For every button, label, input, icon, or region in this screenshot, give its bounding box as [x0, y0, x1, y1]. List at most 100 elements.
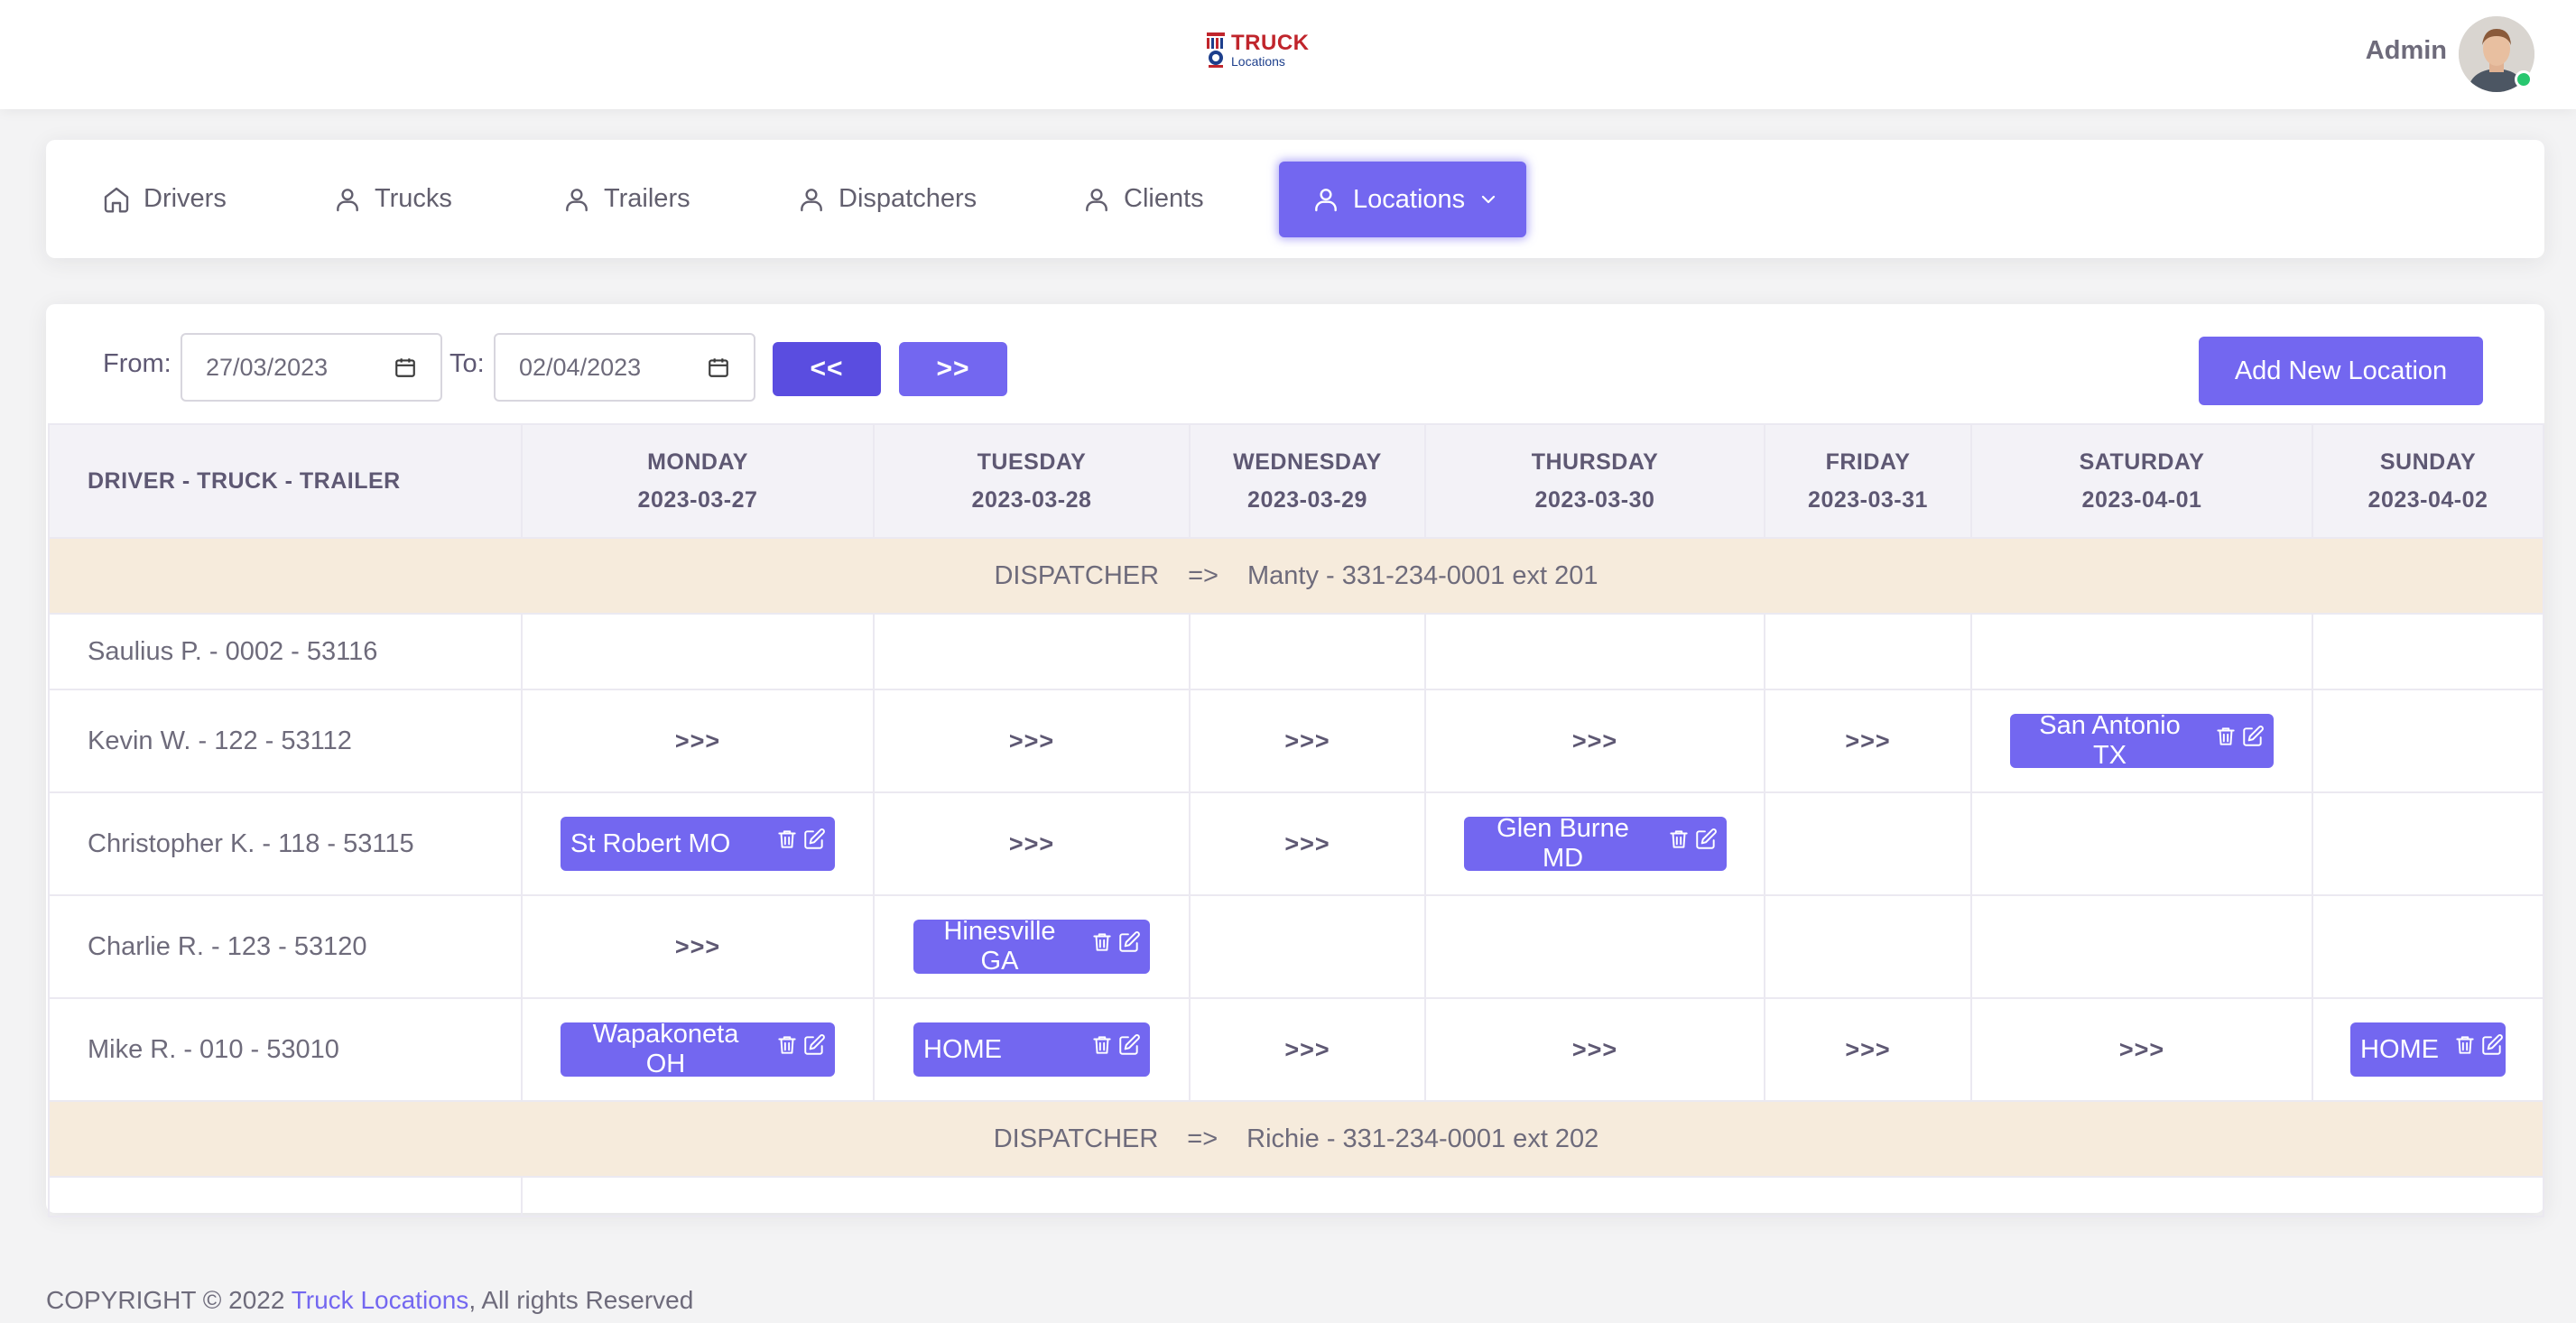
chevron-down-icon: [1482, 195, 1496, 204]
user-icon: [801, 188, 822, 211]
calendar-icon[interactable]: [394, 356, 417, 379]
edit-icon[interactable]: [1694, 828, 1718, 851]
edit-icon[interactable]: [802, 828, 826, 851]
day-cell[interactable]: [521, 613, 875, 690]
day-cell[interactable]: >>>: [873, 791, 1191, 896]
continue-marker: >>>: [1284, 1035, 1330, 1063]
day-name: MONDAY: [647, 449, 748, 475]
edit-icon[interactable]: [2480, 1033, 2504, 1057]
day-cell[interactable]: Glen Burne MD: [1424, 791, 1765, 896]
trash-icon[interactable]: [1090, 930, 1114, 954]
location-badge[interactable]: Glen Burne MD: [1463, 814, 1727, 873]
locations-table: DRIVER - TRUCK - TRAILER MONDAY 2023-03-2…: [48, 423, 2544, 1217]
day-date: 2023-03-28: [971, 487, 1092, 513]
nav-label: Drivers: [144, 184, 227, 213]
day-cell[interactable]: [1189, 613, 1426, 690]
day-cell[interactable]: Wapakoneta OH: [521, 997, 875, 1102]
day-cell[interactable]: >>>: [1189, 791, 1426, 896]
nav-trucks[interactable]: Trucks: [333, 140, 452, 258]
day-cell[interactable]: [1424, 894, 1765, 999]
day-cell[interactable]: St Robert MO: [521, 791, 875, 896]
location-badge[interactable]: San Antonio TX: [2010, 711, 2274, 770]
truck-logo-icon: [1207, 32, 1225, 68]
location-name: Hinesville GA: [943, 917, 1056, 976]
day-cell[interactable]: [1764, 791, 1972, 896]
location-badge[interactable]: Wapakoneta OH: [561, 1020, 835, 1078]
column-header-day: SUNDAY 2023-04-02: [2312, 423, 2544, 539]
footer-brand-link[interactable]: Truck Locations: [292, 1286, 469, 1314]
day-cell[interactable]: >>>: [521, 894, 875, 999]
day-cell[interactable]: San Antonio TX: [1970, 689, 2313, 793]
continue-marker: >>>: [1845, 726, 1891, 754]
location-badge[interactable]: HOME: [2350, 1022, 2506, 1077]
empty-row: [48, 1176, 2544, 1217]
day-cell[interactable]: [2312, 791, 2544, 896]
trash-icon[interactable]: [775, 828, 799, 851]
continue-marker: >>>: [1284, 829, 1330, 857]
day-cell[interactable]: [1970, 613, 2313, 690]
nav-locations[interactable]: Locations: [1279, 162, 1527, 237]
nav-trailers[interactable]: Trailers: [562, 140, 690, 258]
day-cell[interactable]: Hinesville GA: [873, 894, 1191, 999]
previous-week-button[interactable]: <<: [773, 342, 881, 396]
location-name: Wapakoneta OH: [592, 1020, 739, 1078]
day-cell[interactable]: [2312, 894, 2544, 999]
add-new-location-button[interactable]: Add New Location: [2199, 337, 2483, 405]
day-cell[interactable]: [1970, 791, 2313, 896]
copyright-suffix: , All rights Reserved: [468, 1286, 694, 1314]
day-cell[interactable]: [2312, 613, 2544, 690]
from-date-value: 27/03/2023: [206, 353, 329, 381]
trash-icon[interactable]: [2453, 1033, 2477, 1057]
edit-icon[interactable]: [802, 1033, 826, 1057]
user-name[interactable]: Admin: [2366, 36, 2447, 66]
day-cell[interactable]: >>>: [1189, 997, 1426, 1102]
day-name: WEDNESDAY: [1233, 449, 1382, 475]
trash-icon[interactable]: [1667, 828, 1691, 851]
edit-icon[interactable]: [1117, 930, 1141, 954]
day-date: 2023-04-01: [2081, 487, 2202, 513]
user-icon: [1086, 188, 1107, 211]
location-badge[interactable]: Hinesville GA: [913, 917, 1150, 976]
nav-drivers[interactable]: Drivers: [102, 140, 227, 258]
driver-row: Kevin W. - 122 - 53112 >>> >>> >>> >>> >>> San…: [48, 689, 2544, 793]
trash-icon[interactable]: [1090, 1033, 1114, 1057]
next-week-button[interactable]: >>: [899, 342, 1007, 396]
day-cell[interactable]: >>>: [521, 689, 875, 793]
app-logo[interactable]: TRUCK Locations: [1206, 31, 1310, 69]
to-date-input[interactable]: 02/04/2023: [494, 333, 755, 402]
trash-icon[interactable]: [2214, 725, 2238, 748]
day-cell[interactable]: >>>: [1970, 997, 2313, 1102]
footer: COPYRIGHT © 2022 Truck Locations, All ri…: [46, 1286, 693, 1315]
nav-dispatchers[interactable]: Dispatchers: [797, 140, 977, 258]
day-cell[interactable]: [1189, 894, 1426, 999]
trash-icon[interactable]: [775, 1033, 799, 1057]
day-cell[interactable]: [1764, 613, 1972, 690]
day-cell[interactable]: >>>: [1424, 997, 1765, 1102]
day-cell[interactable]: [1424, 613, 1765, 690]
dispatcher-name: Richie - 331-234-0001 ext 202: [1246, 1124, 1599, 1153]
day-cell[interactable]: >>>: [1764, 997, 1972, 1102]
location-name: San Antonio TX: [2039, 711, 2181, 770]
day-cell[interactable]: [1970, 894, 2313, 999]
location-badge[interactable]: St Robert MO: [561, 817, 835, 871]
day-cell[interactable]: >>>: [1189, 689, 1426, 793]
edit-icon[interactable]: [1117, 1033, 1141, 1057]
calendar-icon[interactable]: [707, 356, 730, 379]
day-date: 2023-04-02: [2368, 487, 2488, 513]
day-cell[interactable]: HOME: [2312, 997, 2544, 1102]
edit-icon[interactable]: [2241, 725, 2265, 748]
day-cell[interactable]: HOME: [873, 997, 1191, 1102]
from-date-input[interactable]: 27/03/2023: [181, 333, 442, 402]
day-cell[interactable]: [1764, 894, 1972, 999]
day-cell[interactable]: >>>: [1424, 689, 1765, 793]
day-cell[interactable]: >>>: [1764, 689, 1972, 793]
day-cell[interactable]: [2312, 689, 2544, 793]
driver-row: Saulius P. - 0002 - 53116: [48, 613, 2544, 690]
empty-cell: [48, 1176, 523, 1217]
logo-title: TRUCK: [1231, 30, 1310, 55]
location-badge[interactable]: HOME: [913, 1022, 1150, 1077]
day-cell[interactable]: >>>: [873, 689, 1191, 793]
from-label: From:: [103, 349, 171, 378]
day-cell[interactable]: [873, 613, 1191, 690]
nav-clients[interactable]: Clients: [1082, 140, 1204, 258]
